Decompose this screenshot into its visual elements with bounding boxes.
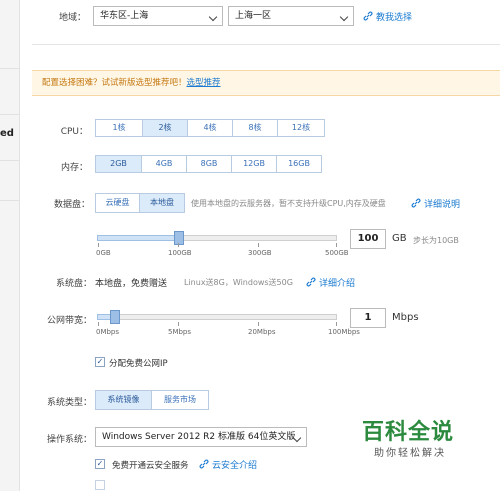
link-icon: [363, 11, 373, 21]
os-select[interactable]: Windows Server 2012 R2 标准版 64位英文版: [95, 427, 307, 447]
data-disk-tick-label: 500GB: [325, 249, 349, 257]
os-select-value: Windows Server 2012 R2 标准版 64位英文版: [102, 432, 296, 442]
cpu-option[interactable]: 1核: [96, 120, 143, 136]
cpu-label: CPU：: [60, 127, 88, 137]
memory-option[interactable]: 4GB: [142, 156, 187, 172]
system-disk-help-link[interactable]: 详细介绍: [306, 276, 355, 289]
data-disk-note: 使用本地盘的云服务器，暂不支持升级CPU,内存及硬盘: [191, 199, 386, 208]
sidebar-divider: [0, 114, 20, 115]
chevron-down-icon: [339, 12, 349, 22]
cpu-selector[interactable]: 1核 2核 4核 8核 12核: [95, 119, 325, 137]
recommendation-notice: 配置选择困难？试试新版选型推荐吧！选型推荐: [32, 70, 500, 96]
bandwidth-slider-track[interactable]: [97, 314, 337, 320]
data-disk-size-input[interactable]: 100: [350, 229, 386, 249]
security-label: 免费开通云安全服务: [112, 461, 189, 471]
cpu-option-selected[interactable]: 2核: [143, 120, 188, 136]
system-type-option-selected[interactable]: 系统镜像: [96, 391, 152, 409]
data-disk-tick-label: 300GB: [248, 249, 272, 257]
cpu-option[interactable]: 4核: [188, 120, 233, 136]
data-disk-slider-handle[interactable]: [174, 231, 184, 245]
left-sidebar: ed: [0, 0, 20, 491]
data-disk-tick-label: 0GB: [96, 249, 111, 257]
sidebar-partial-text: ed: [0, 128, 14, 139]
bandwidth-input[interactable]: 1: [350, 308, 386, 328]
sidebar-divider: [0, 68, 20, 69]
sidebar-divider: [0, 200, 20, 201]
tick-mark: [336, 322, 337, 326]
link-icon: [306, 277, 316, 287]
bandwidth-slider-handle[interactable]: [110, 310, 120, 324]
chevron-down-icon: [208, 12, 218, 22]
region-zone-select[interactable]: 上海一区: [228, 6, 354, 26]
region-label: 地域：: [58, 13, 86, 23]
system-type-label: 系统类型：: [46, 398, 92, 408]
data-disk-option[interactable]: 云硬盘: [96, 194, 140, 212]
bandwidth-tick-label: 100Mbps: [328, 328, 360, 336]
divider: [32, 44, 500, 45]
link-icon: [411, 198, 421, 208]
data-disk-slider-fill: [97, 235, 177, 241]
watermark-title: 百科全说: [362, 420, 455, 445]
tick-mark: [178, 243, 179, 247]
link-icon: [199, 459, 209, 469]
region-area-select[interactable]: 华东区-上海: [93, 6, 223, 26]
cpu-option[interactable]: 12核: [278, 120, 324, 136]
memory-selector[interactable]: 2GB 4GB 8GB 12GB 16GB: [95, 155, 322, 173]
system-type-option[interactable]: 服务市场: [152, 391, 208, 409]
cpu-option[interactable]: 8核: [233, 120, 278, 136]
data-disk-step-note: 步长为10GB: [413, 236, 459, 245]
bandwidth-tick-label: 5Mbps: [168, 328, 192, 336]
region-help-link[interactable]: 教我选择: [363, 10, 412, 23]
memory-label: 内存：: [60, 163, 88, 173]
sidebar-divider: [0, 160, 20, 161]
region-help-text: 教我选择: [376, 13, 413, 23]
region-zone-value: 上海一区: [235, 11, 272, 21]
bandwidth-tick-label: 0Mbps: [96, 328, 120, 336]
security-checkbox[interactable]: ✓: [95, 459, 105, 469]
tick-mark: [336, 243, 337, 247]
free-ip-label: 分配免费公网IP: [109, 359, 168, 369]
partial-checkbox[interactable]: [95, 480, 105, 490]
tick-mark: [98, 322, 99, 326]
bandwidth-label: 公网带宽：: [46, 316, 92, 326]
system-disk-note: Linux送8G，Windows送50G: [184, 278, 293, 287]
system-disk-help-text: 详细介绍: [319, 279, 356, 289]
free-ip-checkbox[interactable]: ✓: [95, 357, 105, 367]
memory-option-selected[interactable]: 2GB: [96, 156, 142, 172]
notice-link[interactable]: 选型推荐: [187, 78, 221, 88]
bandwidth-unit: Mbps: [392, 312, 419, 323]
memory-option[interactable]: 8GB: [187, 156, 232, 172]
bandwidth-tick-label: 20Mbps: [248, 328, 276, 336]
data-disk-label: 数据盘：: [53, 200, 90, 210]
data-disk-unit: GB: [392, 233, 407, 244]
data-disk-help-text: 详细说明: [424, 200, 461, 210]
data-disk-tick-label: 100GB: [168, 249, 192, 257]
memory-option[interactable]: 16GB: [277, 156, 321, 172]
tick-mark: [98, 243, 99, 247]
region-area-value: 华东区-上海: [100, 11, 149, 21]
security-help-link[interactable]: 云安全介绍: [199, 458, 257, 471]
data-disk-option-selected[interactable]: 本地盘: [140, 194, 184, 212]
tick-mark: [258, 322, 259, 326]
memory-option[interactable]: 12GB: [232, 156, 277, 172]
watermark-subtitle: 助你轻松解决: [374, 448, 446, 459]
tick-mark: [258, 243, 259, 247]
notice-text: 配置选择困难？试试新版选型推荐吧！: [42, 78, 187, 88]
data-disk-help-link[interactable]: 详细说明: [411, 197, 460, 210]
system-disk-label: 系统盘：: [55, 279, 92, 289]
system-type-selector[interactable]: 系统镜像 服务市场: [95, 390, 209, 410]
tick-mark: [178, 322, 179, 326]
system-disk-value: 本地盘，免费赠送: [95, 279, 168, 289]
security-help-text: 云安全介绍: [212, 461, 258, 471]
data-disk-type-selector[interactable]: 云硬盘 本地盘: [95, 193, 185, 213]
os-label: 操作系统：: [46, 435, 92, 445]
